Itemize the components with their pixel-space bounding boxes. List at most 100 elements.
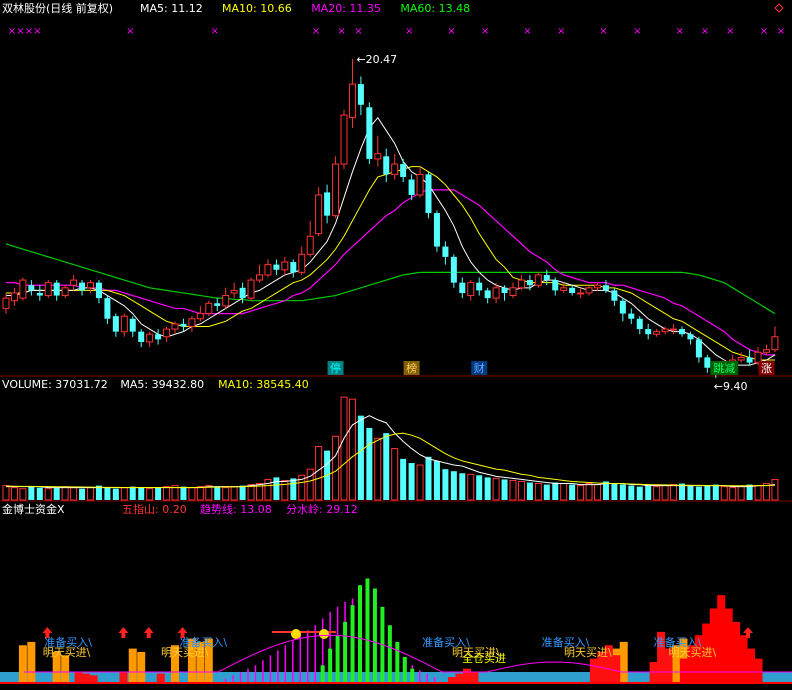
candle-body bbox=[79, 282, 86, 291]
candle-body bbox=[163, 328, 171, 338]
volume-bar bbox=[526, 482, 533, 500]
header-ma-1: MA10: 10.66 bbox=[222, 2, 292, 15]
volume-bar bbox=[155, 487, 162, 500]
candle-body bbox=[290, 262, 297, 273]
candle-body bbox=[577, 292, 585, 295]
indicator-red-mountain bbox=[679, 658, 688, 682]
candle-body bbox=[28, 285, 35, 291]
low-price-label: ←9.40 bbox=[714, 380, 748, 393]
volume-bar bbox=[391, 448, 399, 501]
volume-bar bbox=[585, 483, 593, 501]
indicator-label: 明天买进\ bbox=[564, 646, 612, 659]
candle-body bbox=[120, 315, 128, 333]
indicator-header-1: 趋势线: 13.08 bbox=[200, 502, 272, 516]
indicator-orange-block bbox=[61, 655, 70, 682]
indicator-red-mountain bbox=[739, 635, 748, 682]
candle-body bbox=[129, 318, 136, 332]
candle-body bbox=[44, 282, 52, 297]
candle-body bbox=[298, 253, 306, 273]
candle-body bbox=[332, 163, 340, 217]
volume-bar bbox=[670, 484, 678, 501]
x-mark: × bbox=[523, 26, 531, 37]
candle-body bbox=[366, 107, 373, 159]
candle-body bbox=[763, 349, 770, 353]
volume-bar bbox=[619, 484, 626, 500]
indicator-green-bar bbox=[395, 641, 400, 682]
candle-body bbox=[357, 84, 364, 105]
volume-bar bbox=[36, 487, 43, 500]
volume-bar bbox=[19, 488, 27, 501]
candle-body bbox=[442, 246, 449, 257]
x-mark: × bbox=[312, 26, 320, 37]
x-mark: × bbox=[701, 26, 709, 37]
volume-bar bbox=[509, 479, 517, 501]
candle-body bbox=[484, 290, 491, 299]
candle-body bbox=[687, 334, 694, 340]
candle-body bbox=[670, 328, 678, 331]
candle-body bbox=[281, 261, 289, 271]
volume-bar bbox=[720, 486, 728, 501]
volume-bar bbox=[611, 483, 618, 500]
indicator-orange-block bbox=[27, 641, 36, 682]
x-mark: × bbox=[211, 26, 219, 37]
indicator-label: 明天买进\ bbox=[161, 646, 209, 659]
volume-bar bbox=[636, 486, 643, 500]
volume-bar bbox=[366, 428, 373, 500]
candle-body bbox=[146, 333, 154, 343]
indicator-green-bar bbox=[358, 585, 362, 682]
volume-bar bbox=[628, 485, 635, 500]
volume-bar bbox=[416, 464, 424, 501]
x-mark: × bbox=[599, 26, 607, 37]
volume-bar bbox=[44, 488, 52, 501]
candle-body bbox=[222, 295, 230, 307]
volume-bar bbox=[517, 480, 525, 501]
candle-body bbox=[239, 287, 246, 299]
x-mark: × bbox=[33, 26, 41, 37]
indicator-red-mountain bbox=[747, 648, 756, 682]
candle-body bbox=[383, 156, 390, 175]
candle-body bbox=[628, 313, 635, 319]
volume-bar bbox=[594, 484, 601, 501]
candle-body bbox=[264, 264, 272, 276]
candle-body bbox=[306, 235, 314, 255]
candle-body bbox=[501, 287, 508, 293]
candle-body bbox=[602, 285, 609, 291]
x-mark: × bbox=[777, 26, 785, 37]
candle-body bbox=[585, 287, 593, 294]
volume-bar bbox=[476, 475, 483, 500]
indicator-orange-block bbox=[128, 648, 137, 682]
candle-body bbox=[340, 114, 348, 165]
candle-body bbox=[348, 83, 356, 119]
candle-body bbox=[695, 339, 702, 358]
candle-body bbox=[450, 256, 457, 283]
volume-bar bbox=[569, 484, 576, 500]
volume-header-2: MA10: 38545.40 bbox=[218, 378, 309, 391]
candle-body bbox=[569, 287, 576, 293]
candle-body bbox=[543, 274, 550, 281]
candle-body bbox=[560, 287, 568, 291]
event-tag-label: 涨 bbox=[761, 362, 772, 375]
candle-body bbox=[180, 323, 187, 327]
candle-body bbox=[391, 163, 399, 175]
candle-body bbox=[112, 316, 119, 332]
candle-body bbox=[87, 282, 94, 289]
indicator-green-bar bbox=[320, 665, 325, 682]
volume-bar bbox=[704, 485, 711, 500]
indicator-red-mountain bbox=[717, 595, 726, 682]
background bbox=[0, 0, 792, 690]
volume-bar bbox=[214, 486, 221, 500]
candle-body bbox=[256, 274, 263, 281]
candle-body bbox=[36, 292, 43, 296]
candle-body bbox=[171, 323, 179, 330]
volume-bar bbox=[163, 486, 171, 501]
volume-bar bbox=[180, 486, 187, 500]
volume-bar bbox=[138, 487, 145, 500]
volume-bar bbox=[332, 435, 340, 501]
candle-body bbox=[492, 287, 500, 299]
candle-body bbox=[19, 279, 27, 299]
candle-body bbox=[104, 298, 111, 319]
volume-bar bbox=[501, 479, 508, 500]
volume-bar bbox=[645, 485, 652, 500]
volume-bar bbox=[28, 486, 35, 500]
volume-bar bbox=[104, 487, 111, 500]
